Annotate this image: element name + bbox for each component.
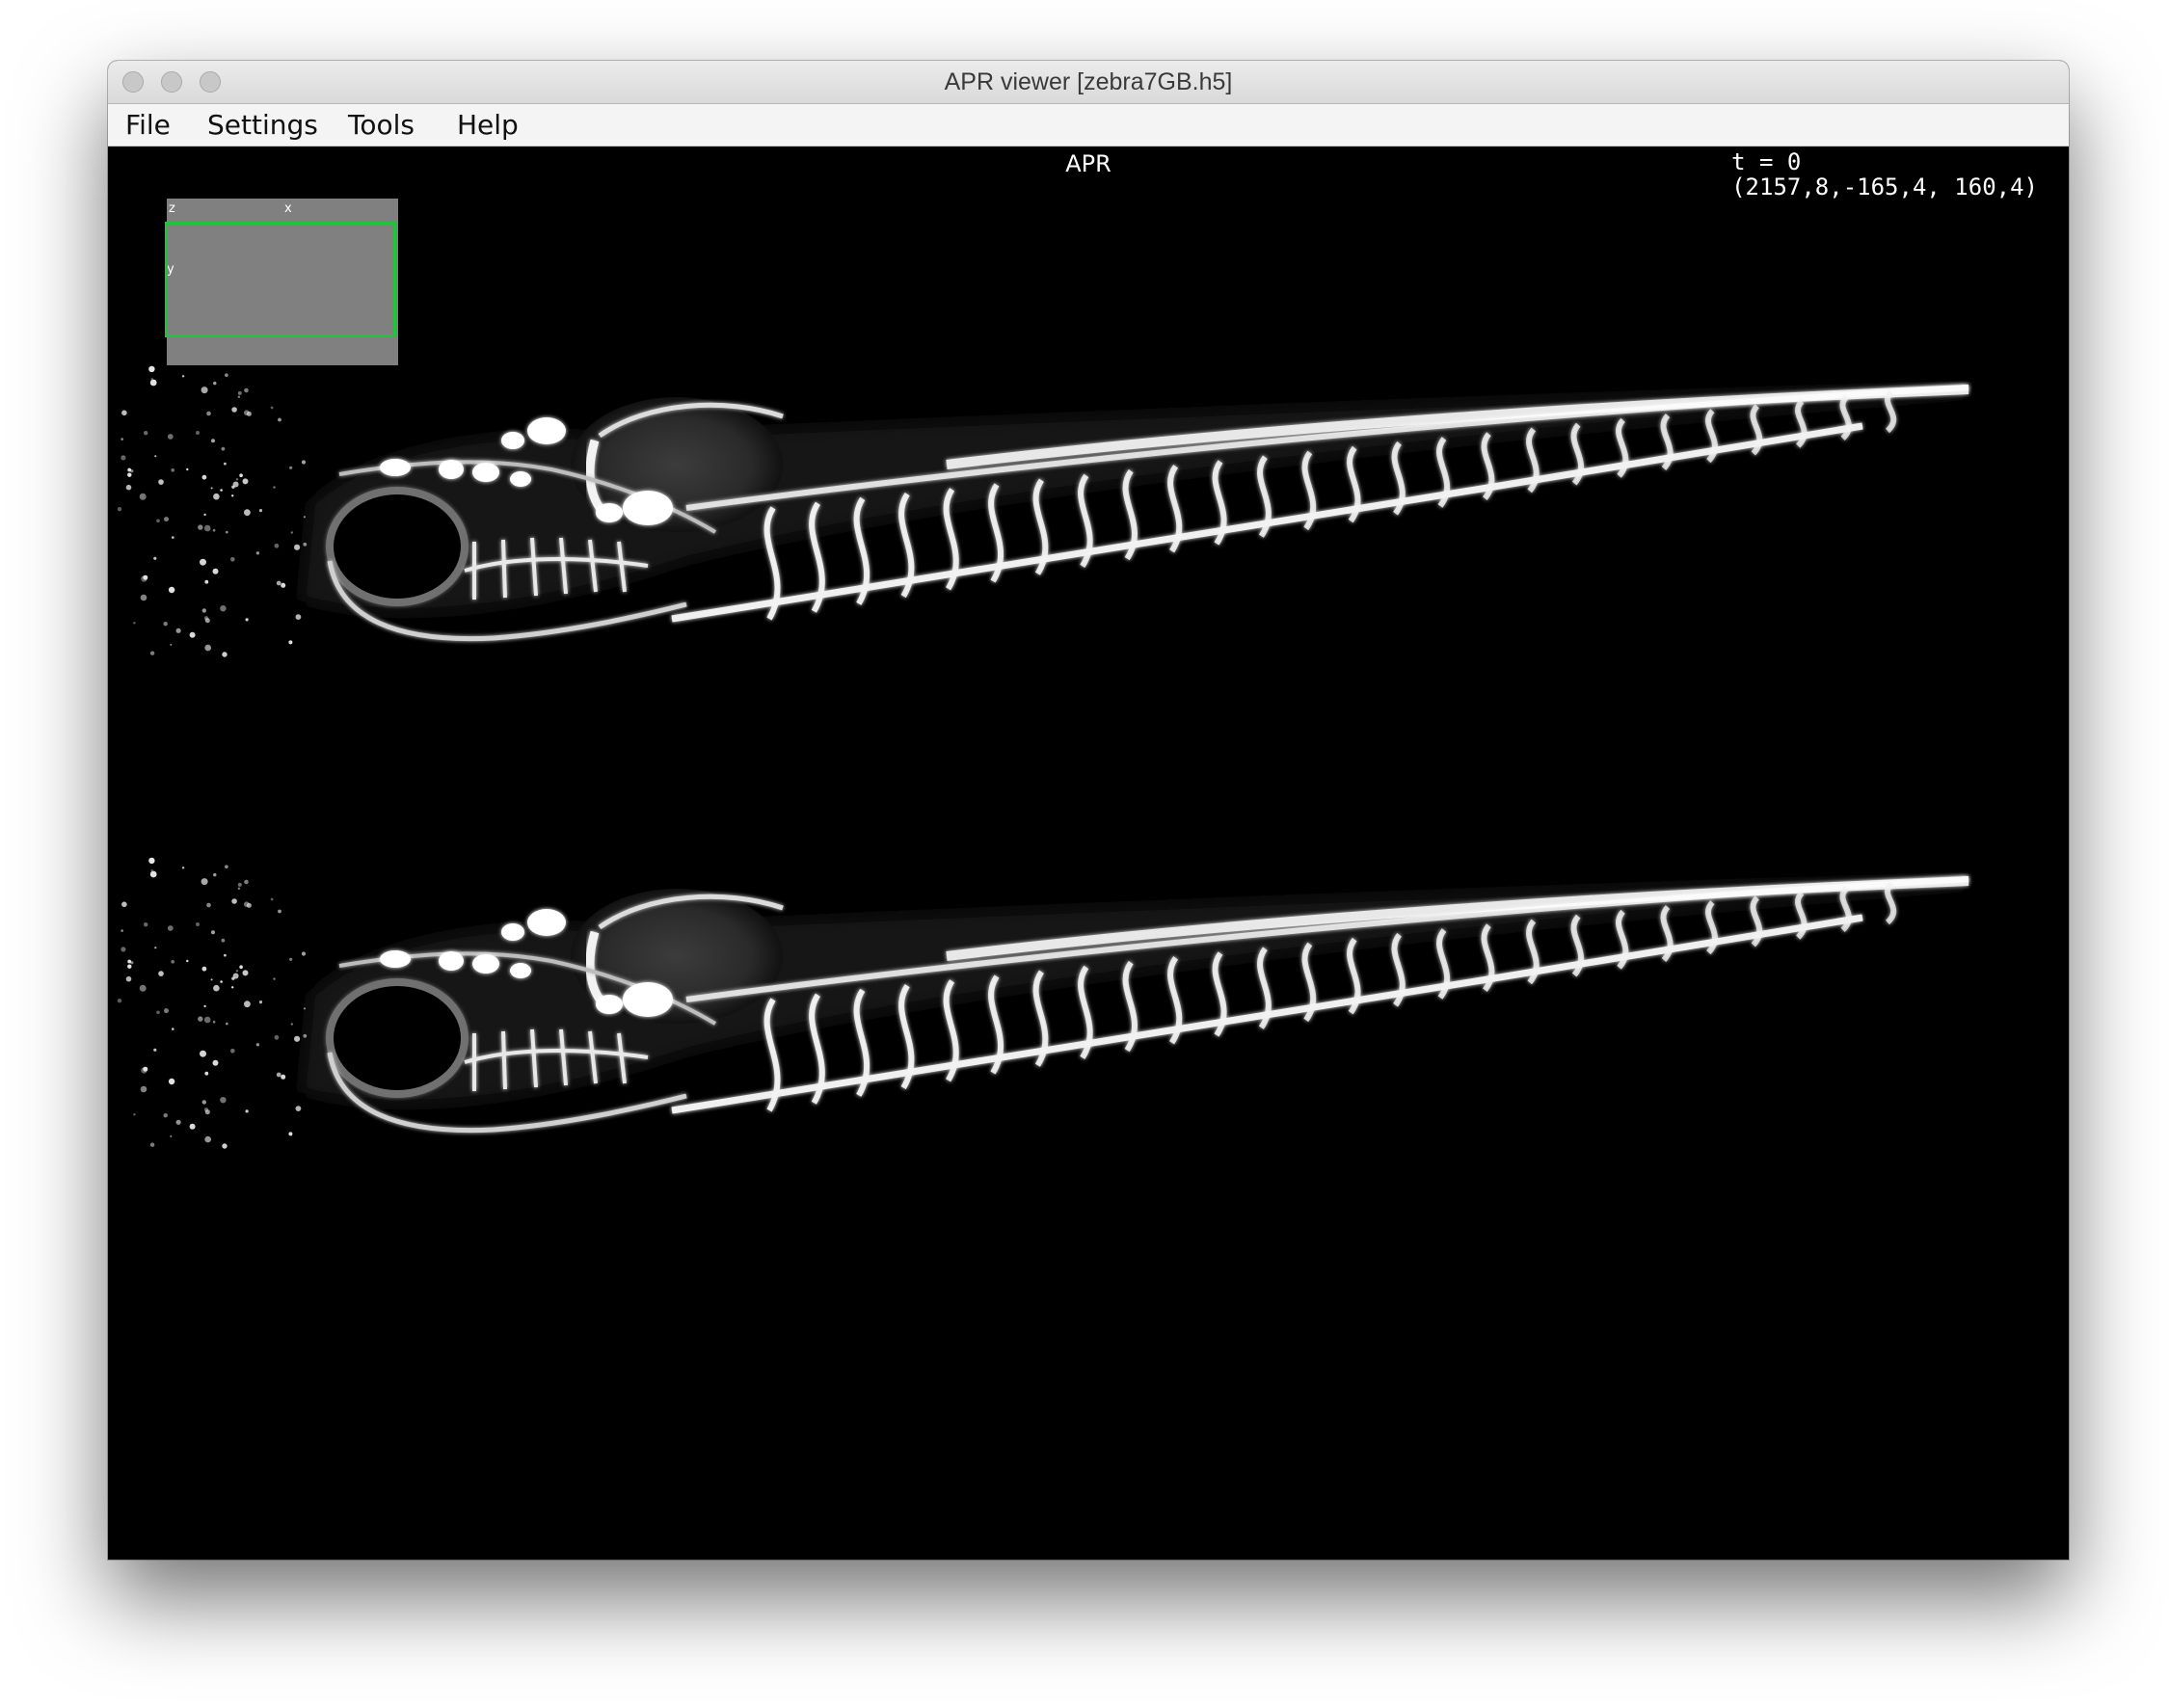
menu-settings[interactable]: Settings xyxy=(207,104,318,146)
zebrafish-render xyxy=(108,147,2069,1560)
coordinate-readout: t = 0 (2157,8,-165,4, 160,4) xyxy=(1731,149,2038,200)
menu-help[interactable]: Help xyxy=(457,104,519,146)
menu-tools[interactable]: Tools xyxy=(348,104,415,146)
axis-label-x: x xyxy=(284,201,292,216)
title-bar[interactable]: APR viewer [zebra7GB.h5] xyxy=(108,61,2069,104)
render-canvas[interactable]: APR t = 0 (2157,8,-165,4, 160,4) z x y xyxy=(108,147,2069,1560)
time-readout: t = 0 xyxy=(1731,148,1802,175)
orientation-minimap[interactable]: z x y xyxy=(165,199,398,365)
app-window: APR viewer [zebra7GB.h5] File Settings T… xyxy=(108,61,2069,1560)
menu-bar: File Settings Tools Help xyxy=(108,104,2069,147)
fish-render-top xyxy=(118,366,1968,657)
camera-position-readout: (2157,8,-165,4, 160,4) xyxy=(1731,173,2038,200)
axis-label-z: z xyxy=(169,201,175,216)
menu-file[interactable]: File xyxy=(125,104,171,146)
fish-render-bottom xyxy=(118,858,1968,1149)
view-frame-indicator[interactable] xyxy=(165,222,396,337)
window-title: APR viewer [zebra7GB.h5] xyxy=(944,68,1233,95)
